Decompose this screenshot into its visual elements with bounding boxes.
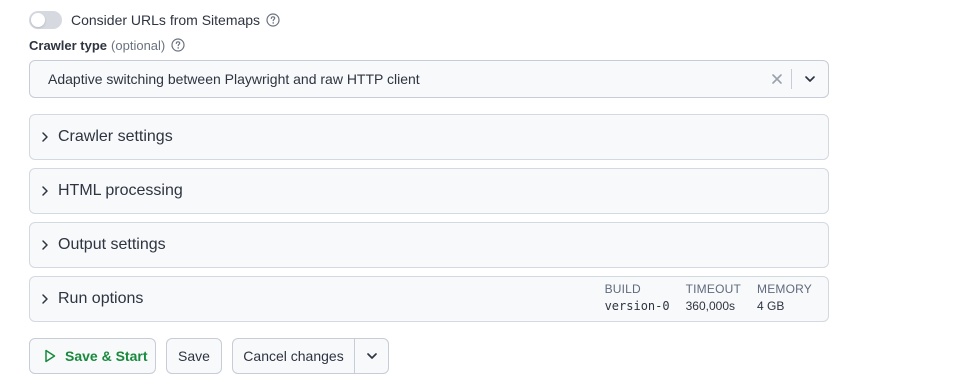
memory-info: MEMORY 4 GB — [757, 281, 812, 319]
section-output-settings[interactable]: Output settings — [29, 222, 829, 268]
section-html-processing[interactable]: HTML processing — [29, 168, 829, 214]
sitemaps-toggle-label: Consider URLs from Sitemaps — [71, 12, 261, 28]
build-info: BUILD version-0 — [605, 281, 670, 319]
build-label: BUILD — [604, 282, 641, 296]
chevron-right-icon — [30, 239, 60, 251]
crawler-type-label-text: Crawler type — [29, 37, 108, 53]
memory-label: MEMORY — [757, 282, 812, 296]
crawler-type-label: Crawler type (optional) — [29, 37, 185, 53]
crawler-type-value: Adaptive switching between Playwright an… — [48, 71, 420, 87]
chevron-right-icon — [30, 293, 60, 305]
cancel-changes-button[interactable]: Cancel changes — [233, 339, 354, 373]
memory-value: 4 GB — [757, 299, 785, 313]
chevron-down-icon[interactable] — [355, 339, 388, 373]
section-crawler-settings[interactable]: Crawler settings — [29, 114, 829, 160]
chevron-right-icon — [30, 185, 60, 197]
x-icon[interactable] — [763, 61, 791, 97]
sitemaps-toggle[interactable] — [29, 11, 62, 29]
section-title: Crawler settings — [58, 128, 173, 145]
save-button[interactable]: Save — [166, 338, 222, 374]
timeout-value: 360,000s — [685, 299, 735, 313]
timeout-label: TIMEOUT — [685, 282, 742, 296]
run-options-summary: BUILD version-0 TIMEOUT 360,000s MEMORY … — [605, 281, 828, 319]
save-label: Save — [178, 348, 210, 364]
build-value: version-0 — [604, 299, 670, 313]
chevron-right-icon — [30, 131, 60, 143]
save-and-start-label: Save & Start — [65, 348, 148, 364]
chevron-down-icon[interactable] — [792, 61, 828, 97]
section-run-options[interactable]: Run options BUILD version-0 TIMEOUT 360,… — [29, 276, 829, 322]
timeout-info: TIMEOUT 360,000s — [686, 281, 741, 319]
question-circle-icon[interactable] — [171, 38, 185, 52]
toggle-knob — [31, 13, 45, 27]
optional-tag: (optional) — [111, 37, 166, 53]
cancel-button-group: Cancel changes — [232, 338, 389, 374]
section-title: Run options — [58, 290, 144, 307]
play-icon — [44, 349, 56, 363]
section-title: HTML processing — [58, 182, 183, 199]
sitemaps-toggle-row: Consider URLs from Sitemaps — [29, 10, 280, 30]
section-title: Output settings — [58, 236, 166, 253]
crawler-type-select[interactable]: Adaptive switching between Playwright an… — [29, 60, 829, 98]
question-circle-icon[interactable] — [266, 13, 280, 27]
save-and-start-button[interactable]: Save & Start — [29, 338, 156, 374]
